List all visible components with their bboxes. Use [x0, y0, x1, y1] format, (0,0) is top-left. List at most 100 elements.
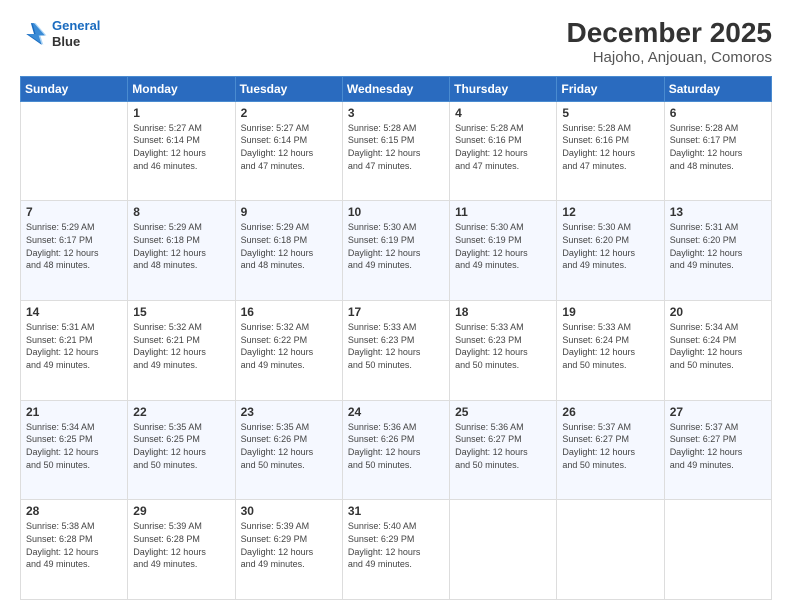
day-number: 18: [455, 305, 551, 319]
calendar-cell: 15 Sunrise: 5:32 AM Sunset: 6:21 PM Dayli…: [128, 301, 235, 401]
day-info: Sunrise: 5:31 AM Sunset: 6:20 PM Dayligh…: [670, 221, 766, 271]
day-number: 15: [133, 305, 229, 319]
day-number: 21: [26, 405, 122, 419]
calendar-cell: 9 Sunrise: 5:29 AM Sunset: 6:18 PM Daylig…: [235, 201, 342, 301]
calendar-cell: 10 Sunrise: 5:30 AM Sunset: 6:19 PM Dayli…: [342, 201, 449, 301]
day-number: 12: [562, 205, 658, 219]
day-number: 4: [455, 106, 551, 120]
day-info: Sunrise: 5:33 AM Sunset: 6:24 PM Dayligh…: [562, 321, 658, 371]
calendar-cell: [450, 500, 557, 600]
day-info: Sunrise: 5:29 AM Sunset: 6:18 PM Dayligh…: [241, 221, 337, 271]
day-info: Sunrise: 5:36 AM Sunset: 6:26 PM Dayligh…: [348, 421, 444, 471]
day-number: 22: [133, 405, 229, 419]
header: General Blue December 2025 Hajoho, Anjou…: [20, 18, 772, 66]
day-number: 24: [348, 405, 444, 419]
day-number: 29: [133, 504, 229, 518]
calendar-title: December 2025: [567, 18, 772, 49]
day-number: 28: [26, 504, 122, 518]
day-info: Sunrise: 5:34 AM Sunset: 6:24 PM Dayligh…: [670, 321, 766, 371]
calendar-cell: 6 Sunrise: 5:28 AM Sunset: 6:17 PM Daylig…: [664, 101, 771, 201]
day-info: Sunrise: 5:31 AM Sunset: 6:21 PM Dayligh…: [26, 321, 122, 371]
weekday-header-sunday: Sunday: [21, 76, 128, 101]
logo-general: General: [52, 18, 100, 33]
week-row-2: 7 Sunrise: 5:29 AM Sunset: 6:17 PM Daylig…: [21, 201, 772, 301]
calendar-cell: 12 Sunrise: 5:30 AM Sunset: 6:20 PM Dayli…: [557, 201, 664, 301]
day-number: 27: [670, 405, 766, 419]
weekday-header-wednesday: Wednesday: [342, 76, 449, 101]
day-info: Sunrise: 5:28 AM Sunset: 6:17 PM Dayligh…: [670, 122, 766, 172]
day-info: Sunrise: 5:39 AM Sunset: 6:29 PM Dayligh…: [241, 520, 337, 570]
day-info: Sunrise: 5:28 AM Sunset: 6:16 PM Dayligh…: [455, 122, 551, 172]
day-info: Sunrise: 5:29 AM Sunset: 6:18 PM Dayligh…: [133, 221, 229, 271]
weekday-header-friday: Friday: [557, 76, 664, 101]
day-number: 23: [241, 405, 337, 419]
day-info: Sunrise: 5:37 AM Sunset: 6:27 PM Dayligh…: [562, 421, 658, 471]
week-row-3: 14 Sunrise: 5:31 AM Sunset: 6:21 PM Dayli…: [21, 301, 772, 401]
logo-text: General Blue: [52, 18, 100, 49]
calendar-cell: 25Sunrise: 5:36 AM Sunset: 6:27 PM Dayli…: [450, 400, 557, 500]
day-info: Sunrise: 5:28 AM Sunset: 6:16 PM Dayligh…: [562, 122, 658, 172]
day-number: 13: [670, 205, 766, 219]
logo: General Blue: [20, 18, 100, 49]
day-number: 7: [26, 205, 122, 219]
logo-icon: [20, 20, 48, 48]
day-info: Sunrise: 5:32 AM Sunset: 6:22 PM Dayligh…: [241, 321, 337, 371]
day-info: Sunrise: 5:40 AM Sunset: 6:29 PM Dayligh…: [348, 520, 444, 570]
day-number: 2: [241, 106, 337, 120]
day-number: 6: [670, 106, 766, 120]
day-info: Sunrise: 5:30 AM Sunset: 6:19 PM Dayligh…: [348, 221, 444, 271]
calendar-cell: 22 Sunrise: 5:35 AM Sunset: 6:25 PM Dayli…: [128, 400, 235, 500]
day-info: Sunrise: 5:28 AM Sunset: 6:15 PM Dayligh…: [348, 122, 444, 172]
calendar-cell: 19Sunrise: 5:33 AM Sunset: 6:24 PM Dayli…: [557, 301, 664, 401]
day-number: 20: [670, 305, 766, 319]
day-number: 8: [133, 205, 229, 219]
calendar-cell: 31 Sunrise: 5:40 AM Sunset: 6:29 PM Dayli…: [342, 500, 449, 600]
day-info: Sunrise: 5:33 AM Sunset: 6:23 PM Dayligh…: [348, 321, 444, 371]
day-info: Sunrise: 5:30 AM Sunset: 6:20 PM Dayligh…: [562, 221, 658, 271]
day-number: 3: [348, 106, 444, 120]
day-info: Sunrise: 5:27 AM Sunset: 6:14 PM Dayligh…: [241, 122, 337, 172]
calendar-cell: 21 Sunrise: 5:34 AM Sunset: 6:25 PM Dayli…: [21, 400, 128, 500]
calendar-cell: [21, 101, 128, 201]
day-number: 31: [348, 504, 444, 518]
week-row-4: 21 Sunrise: 5:34 AM Sunset: 6:25 PM Dayli…: [21, 400, 772, 500]
calendar-cell: 23Sunrise: 5:35 AM Sunset: 6:26 PM Dayli…: [235, 400, 342, 500]
calendar-cell: 16 Sunrise: 5:32 AM Sunset: 6:22 PM Dayli…: [235, 301, 342, 401]
calendar-cell: 26Sunrise: 5:37 AM Sunset: 6:27 PM Dayli…: [557, 400, 664, 500]
day-number: 14: [26, 305, 122, 319]
day-number: 17: [348, 305, 444, 319]
day-info: Sunrise: 5:38 AM Sunset: 6:28 PM Dayligh…: [26, 520, 122, 570]
day-info: Sunrise: 5:29 AM Sunset: 6:17 PM Dayligh…: [26, 221, 122, 271]
weekday-header-saturday: Saturday: [664, 76, 771, 101]
day-number: 25: [455, 405, 551, 419]
day-info: Sunrise: 5:32 AM Sunset: 6:21 PM Dayligh…: [133, 321, 229, 371]
calendar-cell: 8 Sunrise: 5:29 AM Sunset: 6:18 PM Daylig…: [128, 201, 235, 301]
day-number: 10: [348, 205, 444, 219]
day-number: 16: [241, 305, 337, 319]
calendar-cell: 18 Sunrise: 5:33 AM Sunset: 6:23 PM Dayli…: [450, 301, 557, 401]
day-info: Sunrise: 5:34 AM Sunset: 6:25 PM Dayligh…: [26, 421, 122, 471]
calendar-subtitle: Hajoho, Anjouan, Comoros: [567, 49, 772, 66]
day-info: Sunrise: 5:35 AM Sunset: 6:25 PM Dayligh…: [133, 421, 229, 471]
day-info: Sunrise: 5:33 AM Sunset: 6:23 PM Dayligh…: [455, 321, 551, 371]
title-block: December 2025 Hajoho, Anjouan, Comoros: [567, 18, 772, 66]
calendar-cell: 27 Sunrise: 5:37 AM Sunset: 6:27 PM Dayli…: [664, 400, 771, 500]
day-number: 11: [455, 205, 551, 219]
calendar-cell: [557, 500, 664, 600]
day-number: 9: [241, 205, 337, 219]
calendar-cell: 20 Sunrise: 5:34 AM Sunset: 6:24 PM Dayli…: [664, 301, 771, 401]
calendar-cell: 11Sunrise: 5:30 AM Sunset: 6:19 PM Dayli…: [450, 201, 557, 301]
calendar-cell: 3 Sunrise: 5:28 AM Sunset: 6:15 PM Daylig…: [342, 101, 449, 201]
weekday-header-tuesday: Tuesday: [235, 76, 342, 101]
day-info: Sunrise: 5:39 AM Sunset: 6:28 PM Dayligh…: [133, 520, 229, 570]
calendar-cell: 4 Sunrise: 5:28 AM Sunset: 6:16 PM Daylig…: [450, 101, 557, 201]
day-number: 5: [562, 106, 658, 120]
week-row-1: 1Sunrise: 5:27 AM Sunset: 6:14 PM Daylig…: [21, 101, 772, 201]
calendar-table: SundayMondayTuesdayWednesdayThursdayFrid…: [20, 76, 772, 600]
calendar-cell: [664, 500, 771, 600]
day-info: Sunrise: 5:37 AM Sunset: 6:27 PM Dayligh…: [670, 421, 766, 471]
calendar-cell: 5 Sunrise: 5:28 AM Sunset: 6:16 PM Daylig…: [557, 101, 664, 201]
weekday-header-monday: Monday: [128, 76, 235, 101]
calendar-cell: 13 Sunrise: 5:31 AM Sunset: 6:20 PM Dayli…: [664, 201, 771, 301]
calendar-cell: 30Sunrise: 5:39 AM Sunset: 6:29 PM Dayli…: [235, 500, 342, 600]
